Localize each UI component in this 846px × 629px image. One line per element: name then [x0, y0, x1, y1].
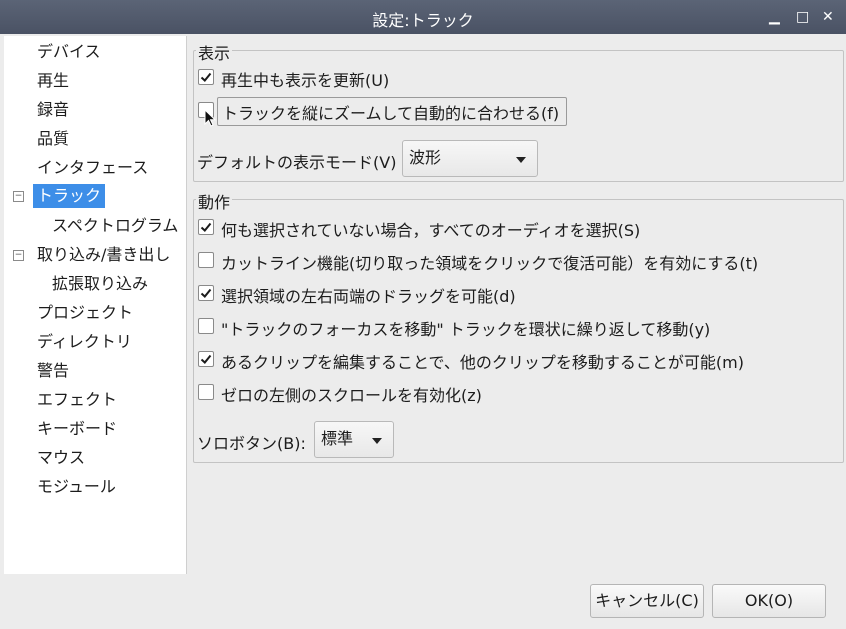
select-all-audio-label[interactable]: 何も選択されていない場合，すべてのオーディオを選択(S) [221, 217, 640, 241]
minimize-icon[interactable]: ▁ [769, 8, 780, 26]
solo-button-label: ソロボタン(B): [197, 434, 306, 453]
cutline-label[interactable]: カットライン機能(切り取った領域をクリックで復活可能）を有効にする(t) [221, 250, 758, 274]
scroll-left-zero-label[interactable]: ゼロの左側のスクロールを有効化(z) [221, 382, 482, 406]
collapse-icon[interactable]: − [13, 250, 24, 261]
tree-item-import-export[interactable]: 取り込み/書き出し [37, 243, 170, 267]
mouse-cursor-icon [204, 109, 216, 127]
tree-item-playback[interactable]: 再生 [37, 69, 69, 93]
cutline-checkbox[interactable] [198, 252, 214, 268]
chevron-down-icon [516, 157, 526, 163]
tree-item-devices[interactable]: デバイス [37, 40, 101, 64]
checkmark-icon [200, 288, 212, 298]
tree-item-directories[interactable]: ディレクトリ [37, 330, 132, 354]
default-view-dropdown[interactable]: 波形 [402, 140, 538, 177]
checkmark-icon [200, 72, 212, 82]
default-view-value: 波形 [409, 148, 442, 167]
behavior-group-title: 動作 [196, 189, 233, 213]
wrap-focus-checkbox[interactable] [198, 318, 214, 334]
drag-edges-checkbox[interactable] [198, 285, 214, 301]
tree-item-projects[interactable]: プロジェクト [37, 301, 133, 325]
category-tree[interactable]: デバイス 再生 録音 品質 インタフェース − トラック スペクトログラム − … [4, 36, 187, 574]
collapse-icon[interactable]: − [13, 191, 24, 202]
select-all-audio-checkbox[interactable] [198, 219, 214, 235]
close-icon[interactable]: ✕ [822, 8, 834, 26]
window-title: 設定:トラック [372, 11, 474, 30]
tree-item-spectrogram[interactable]: スペクトログラム [52, 214, 178, 238]
chevron-down-icon [372, 438, 382, 444]
tree-item-tracks[interactable]: トラック [33, 184, 106, 208]
tree-item-extended-import[interactable]: 拡張取り込み [52, 272, 148, 296]
auto-fit-label[interactable]: トラックを縦にズームして自動的に合わせる(f) [222, 100, 559, 124]
wrap-focus-label[interactable]: "トラックのフォーカスを移動" トラックを環状に繰り返して移動(y) [221, 316, 710, 340]
title-bar: 設定:トラック ▁ □ ✕ [0, 0, 846, 34]
tree-item-interface[interactable]: インタフェース [37, 156, 148, 180]
tree-item-keyboard[interactable]: キーボード [37, 417, 117, 441]
move-clips-label[interactable]: あるクリップを編集することで、他のクリップを移動することが可能(m) [221, 349, 744, 373]
cancel-button[interactable]: キャンセル(C) [590, 584, 704, 618]
drag-edges-label[interactable]: 選択領域の左右両端のドラッグを可能(d) [221, 283, 516, 307]
tree-item-effects[interactable]: エフェクト [37, 388, 117, 412]
update-display-checkbox[interactable] [198, 69, 214, 85]
default-view-label: デフォルトの表示モード(V) [197, 153, 397, 172]
tree-item-modules[interactable]: モジュール [37, 475, 116, 499]
checkmark-icon [200, 354, 212, 364]
checkmark-icon [200, 222, 212, 232]
display-group-title: 表示 [196, 40, 233, 64]
tree-item-warnings[interactable]: 警告 [37, 359, 69, 383]
tree-item-quality[interactable]: 品質 [37, 127, 69, 151]
solo-button-dropdown[interactable]: 標準 [314, 421, 394, 458]
tree-item-recording[interactable]: 録音 [37, 98, 69, 122]
tree-item-mouse[interactable]: マウス [37, 446, 85, 470]
solo-button-value: 標準 [321, 429, 354, 448]
scroll-left-zero-checkbox[interactable] [198, 384, 214, 400]
maximize-icon[interactable]: □ [796, 8, 809, 26]
move-clips-checkbox[interactable] [198, 351, 214, 367]
ok-button[interactable]: OK(O) [712, 584, 826, 618]
update-display-label[interactable]: 再生中も表示を更新(U) [221, 67, 389, 91]
